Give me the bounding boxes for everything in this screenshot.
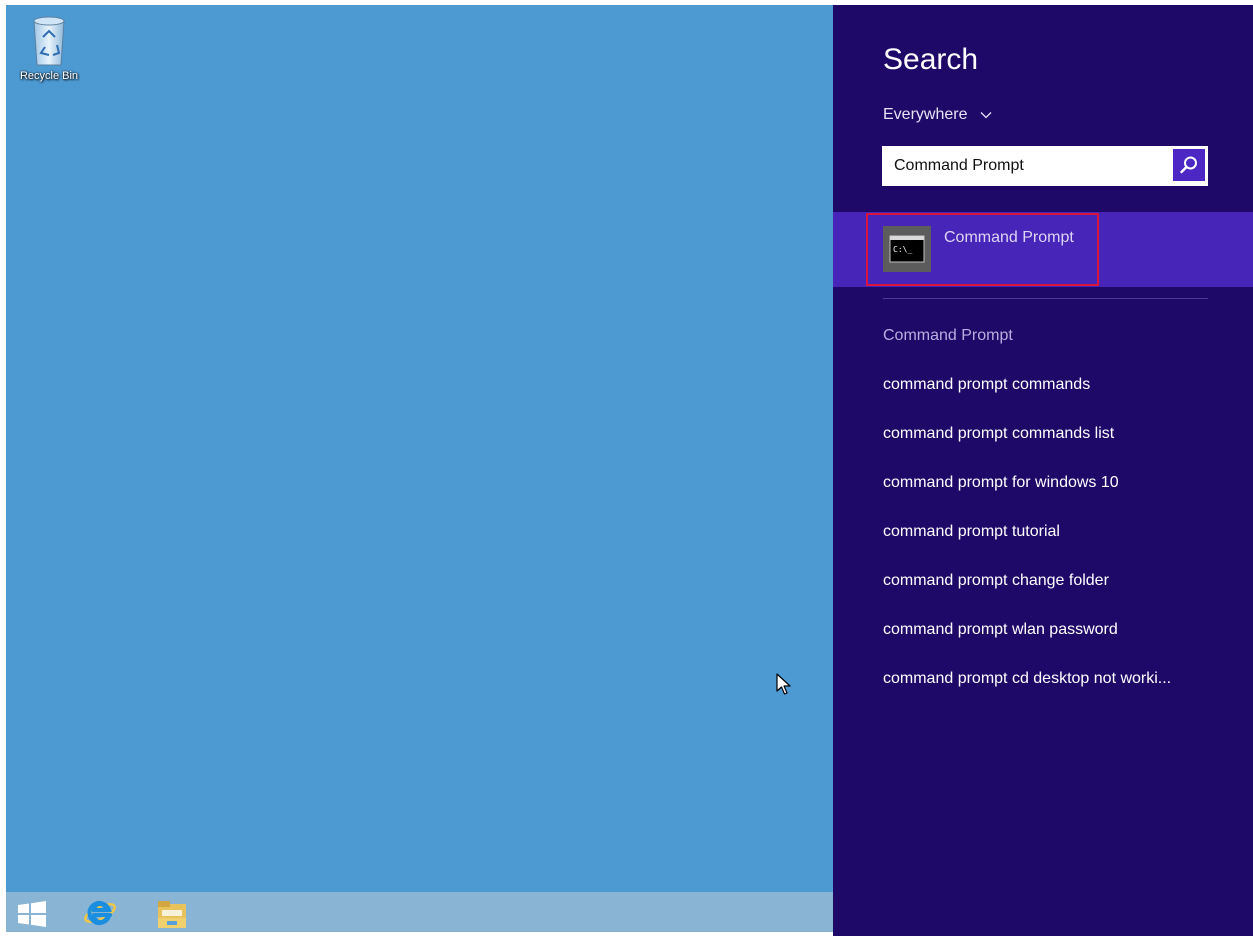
start-button[interactable] <box>14 896 50 932</box>
chevron-down-icon <box>980 111 992 119</box>
suggestion-heading: Command Prompt <box>883 327 1013 344</box>
recycle-bin-label: Recycle Bin <box>19 70 79 82</box>
command-prompt-app-tile: C:\_ <box>883 226 931 272</box>
suggestion-item[interactable]: command prompt wlan password <box>883 617 1171 666</box>
top-result-command-prompt[interactable]: C:\_ Command Prompt <box>833 212 1253 287</box>
search-title: Search <box>883 43 979 76</box>
command-prompt-icon: C:\_ <box>889 235 925 263</box>
taskbar <box>6 892 833 932</box>
search-suggestions-list: Command Prompt command prompt commands c… <box>883 323 1171 715</box>
search-scope-label: Everywhere <box>883 106 968 123</box>
search-charm-pane: Search Everywhere C:\_ Command Prompt Co… <box>833 5 1253 936</box>
file-explorer-button[interactable] <box>154 896 190 932</box>
suggestion-item[interactable]: command prompt tutorial <box>883 519 1171 568</box>
suggestion-item[interactable]: command prompt change folder <box>883 568 1171 617</box>
command-prompt-icon-text: C:\_ <box>893 245 912 254</box>
results-divider <box>883 298 1208 299</box>
recycle-bin-shortcut[interactable]: Recycle Bin <box>14 13 84 82</box>
search-box <box>882 146 1208 186</box>
windows-start-icon <box>18 901 46 927</box>
mouse-cursor-icon <box>776 673 791 695</box>
search-button[interactable] <box>1173 149 1205 181</box>
suggestion-item[interactable]: command prompt cd desktop not worki... <box>883 666 1171 715</box>
recycle-bin-icon <box>33 16 65 66</box>
search-scope-dropdown[interactable]: Everywhere <box>883 106 992 124</box>
internet-explorer-icon <box>84 901 116 925</box>
top-result-label: Command Prompt <box>944 229 1074 246</box>
suggestion-item[interactable]: command prompt for windows 10 <box>883 470 1171 519</box>
internet-explorer-button[interactable] <box>82 896 118 932</box>
file-explorer-icon <box>158 901 186 928</box>
suggestion-item[interactable]: command prompt commands list <box>883 421 1171 470</box>
suggestion-item[interactable]: command prompt commands <box>883 372 1171 421</box>
magnifier-icon <box>1180 156 1197 174</box>
desktop: Recycle Bin <box>6 5 833 892</box>
search-input[interactable] <box>882 146 1162 186</box>
